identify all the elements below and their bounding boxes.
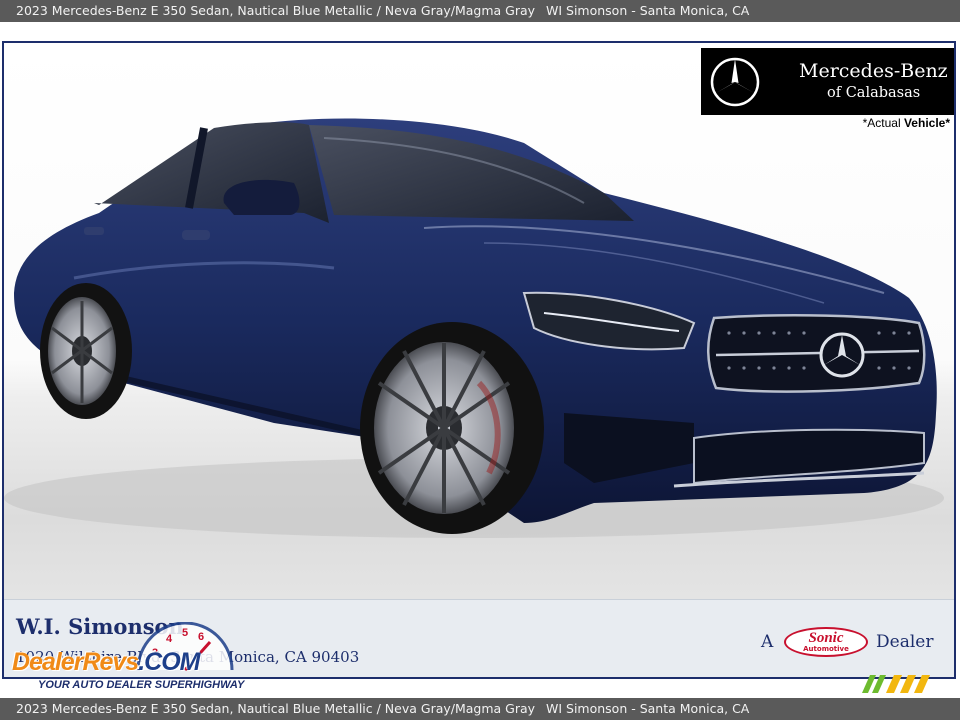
dealer-logo-brand: Mercedes-Benz xyxy=(799,60,948,82)
vehicle-photo[interactable]: Mercedes-Benz of Calabasas *Actual Vehic… xyxy=(2,41,956,679)
front-wheel xyxy=(360,322,544,534)
bottom-caption-bar: 2023 Mercedes-Benz E 350 Sedan, Nautical… xyxy=(0,698,960,720)
svg-text:6: 6 xyxy=(198,631,204,643)
dealer-logo-location: of Calabasas xyxy=(827,85,921,101)
mercedes-star-icon xyxy=(710,57,760,107)
dealerrevs-tagline: YOUR AUTO DEALER SUPERHIGHWAY xyxy=(38,679,245,691)
top-caption-bar: 2023 Mercedes-Benz E 350 Sedan, Nautical… xyxy=(0,0,960,22)
sonic-suffix: Dealer xyxy=(876,632,934,652)
dealer-location: WI Simonson - Santa Monica, CA xyxy=(546,3,750,18)
side-mirror xyxy=(223,179,300,215)
svg-text:5: 5 xyxy=(182,627,188,639)
stripes-logo-icon xyxy=(862,675,930,693)
car-illustration xyxy=(4,118,944,538)
dealer-location: WI Simonson - Santa Monica, CA xyxy=(546,701,750,716)
vehicle-title: 2023 Mercedes-Benz E 350 Sedan, Nautical… xyxy=(16,3,536,18)
svg-text:4: 4 xyxy=(166,633,173,645)
vehicle-title: 2023 Mercedes-Benz E 350 Sedan, Nautical… xyxy=(16,701,536,716)
sonic-automotive-logo: Sonic Automotive xyxy=(784,627,868,657)
sonic-prefix: A xyxy=(761,632,774,652)
dealer-logo: Mercedes-Benz of Calabasas xyxy=(701,48,954,115)
actual-vehicle-note: *Actual Vehicle* xyxy=(862,116,950,130)
rear-wheel xyxy=(40,283,132,419)
dealerrevs-watermark: DealerRevs.COM xyxy=(12,648,201,676)
